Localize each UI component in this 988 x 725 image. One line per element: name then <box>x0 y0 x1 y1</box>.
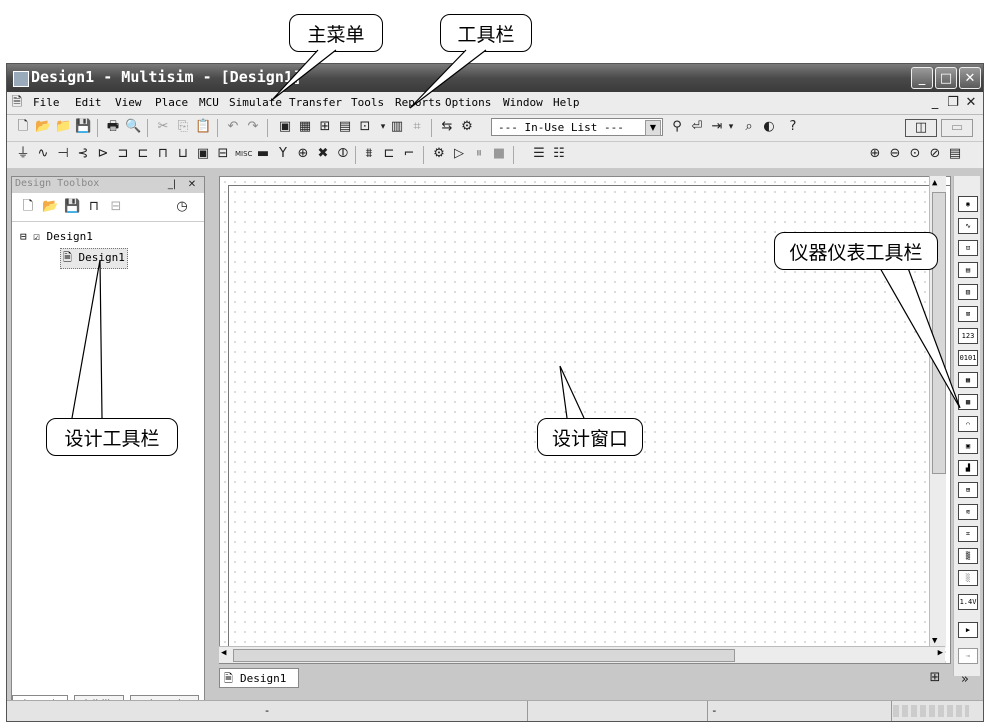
pointer-design-window <box>559 365 585 419</box>
callout-pointers <box>71 49 961 419</box>
callout-instrument-toolbar: 仪器仪表工具栏 <box>774 232 938 270</box>
pointer-design-toolbox <box>71 259 103 419</box>
pointer-main-menu <box>271 49 337 101</box>
pointer-toolbar <box>409 49 487 109</box>
callout-design-toolbox: 设计工具栏 <box>46 418 178 456</box>
pointer-instrument-toolbar <box>879 267 961 409</box>
callout-design-window: 设计窗口 <box>537 418 643 456</box>
